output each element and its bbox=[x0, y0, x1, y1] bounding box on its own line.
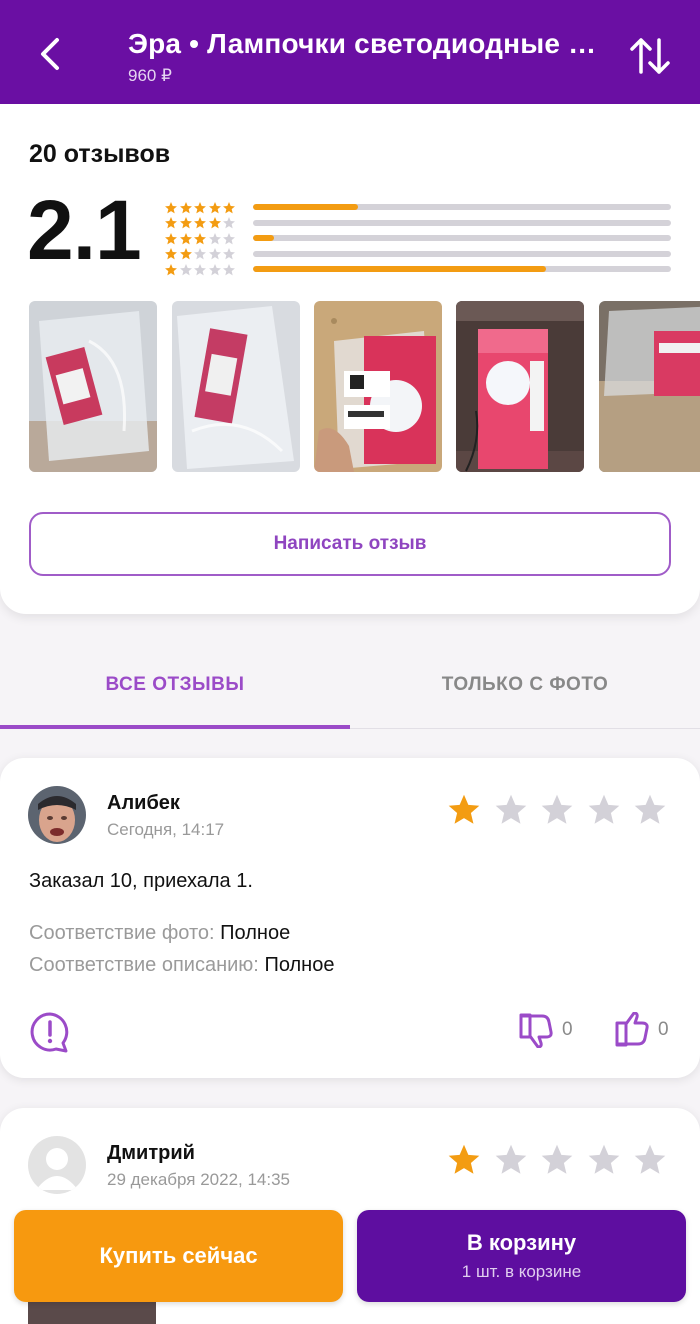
review-photos-strip[interactable] bbox=[29, 301, 700, 473]
thumbs-down-icon bbox=[519, 1013, 553, 1048]
star-empty-icon bbox=[634, 794, 666, 824]
write-review-button[interactable]: Написать отзыв bbox=[29, 512, 671, 576]
star-empty-icon bbox=[208, 232, 221, 245]
rating-bar-3 bbox=[253, 235, 671, 241]
star-empty-icon bbox=[495, 794, 526, 824]
app-header: Эра • Лампочки светодиодные Е27 960 ₽ bbox=[0, 0, 700, 104]
star-empty-icon bbox=[223, 263, 235, 276]
dislike-button[interactable]: 0 bbox=[518, 1012, 573, 1048]
star-filled-icon bbox=[179, 217, 192, 229]
review-text: Заказал 10, приехала 1. bbox=[29, 870, 253, 892]
star-row-5 bbox=[164, 200, 237, 216]
star-filled-icon bbox=[448, 794, 480, 824]
rating-distribution-bars bbox=[253, 204, 671, 282]
star-empty-icon bbox=[179, 263, 192, 276]
dislike-count: 0 bbox=[562, 1019, 573, 1040]
active-tab-indicator bbox=[0, 725, 350, 729]
rating-bar-4 bbox=[253, 219, 671, 226]
rating-bar-fill bbox=[253, 204, 358, 210]
star-empty-icon bbox=[588, 1144, 619, 1174]
rating-summary-card: 20 отзывов 2.1 Написать отзыв bbox=[0, 104, 700, 614]
star-empty-icon bbox=[223, 248, 235, 260]
star-filled-icon bbox=[223, 201, 235, 214]
add-to-cart-button[interactable]: В корзину 1 шт. в корзине bbox=[357, 1210, 686, 1302]
rating-bar-2 bbox=[253, 250, 671, 257]
star-row-1 bbox=[164, 262, 237, 278]
cart-count: 1 шт. в корзине bbox=[461, 1262, 582, 1281]
star-filled-icon bbox=[208, 201, 221, 214]
description-match-attribute: Соответствие описанию: Полное bbox=[29, 954, 334, 977]
star-filled-icon bbox=[448, 1144, 480, 1174]
average-rating: 2.1 bbox=[27, 183, 142, 277]
star-empty-icon bbox=[541, 1144, 573, 1174]
star-empty-icon bbox=[495, 1144, 526, 1174]
star-empty-icon bbox=[194, 248, 206, 260]
review-card: Алибек Сегодня, 14:17 Заказал 10, приеха… bbox=[0, 758, 700, 1078]
review-rating-stars bbox=[446, 1142, 679, 1178]
report-icon[interactable] bbox=[28, 1010, 72, 1054]
star-filled-icon bbox=[165, 217, 177, 229]
tab-photo-only[interactable]: ТОЛЬКО С ФОТО bbox=[350, 640, 700, 730]
product-title: Эра • Лампочки светодиодные Е27 bbox=[128, 28, 608, 59]
review-rating-stars bbox=[446, 792, 679, 828]
star-filled-icon bbox=[194, 201, 206, 214]
rating-bar-fill bbox=[253, 235, 274, 241]
star-filled-icon bbox=[179, 232, 192, 245]
star-filled-icon bbox=[165, 232, 177, 245]
sort-arrows-icon[interactable] bbox=[624, 30, 676, 82]
star-empty-icon bbox=[588, 794, 619, 824]
star-filled-icon bbox=[165, 201, 177, 214]
avatar[interactable] bbox=[28, 1136, 86, 1194]
star-filled-icon bbox=[194, 217, 206, 229]
attribute-label: Соответствие фото: bbox=[29, 922, 215, 944]
star-filled-icon bbox=[165, 248, 177, 260]
tab-all-reviews[interactable]: ВСЕ ОТЗЫВЫ bbox=[0, 640, 350, 730]
star-empty-icon bbox=[223, 217, 235, 229]
star-filled-icon bbox=[179, 201, 192, 214]
star-row-2 bbox=[164, 247, 237, 263]
photo-match-attribute: Соответствие фото: Полное bbox=[29, 922, 290, 945]
like-button[interactable]: 0 bbox=[614, 1012, 669, 1048]
rating-bar-fill bbox=[253, 266, 546, 272]
star-empty-icon bbox=[208, 248, 221, 260]
star-empty-icon bbox=[541, 794, 573, 824]
rating-bar-1 bbox=[253, 266, 671, 272]
product-price: 960 ₽ bbox=[128, 66, 172, 85]
like-count: 0 bbox=[658, 1019, 669, 1040]
back-arrow-icon[interactable] bbox=[24, 28, 76, 80]
star-filled-icon bbox=[208, 217, 221, 229]
star-empty-icon bbox=[208, 263, 221, 276]
review-date: Сегодня, 14:17 bbox=[107, 820, 225, 839]
add-to-cart-label: В корзину bbox=[466, 1230, 577, 1255]
review-photo-2[interactable] bbox=[172, 301, 300, 472]
review-photo-1[interactable] bbox=[29, 301, 157, 472]
star-empty-icon bbox=[194, 263, 206, 276]
star-rating-labels bbox=[164, 200, 237, 278]
review-photo-5[interactable] bbox=[599, 301, 700, 472]
star-empty-icon bbox=[634, 1144, 666, 1174]
reviews-tabs: ВСЕ ОТЗЫВЫ ТОЛЬКО С ФОТО bbox=[0, 640, 700, 730]
star-row-3 bbox=[164, 231, 237, 247]
thumbs-up-icon bbox=[615, 1012, 649, 1047]
star-filled-icon bbox=[165, 263, 177, 276]
attribute-value: Полное bbox=[264, 954, 335, 976]
reviewer-name: Дмитрий bbox=[107, 1142, 195, 1164]
star-filled-icon bbox=[179, 248, 192, 260]
star-row-4 bbox=[164, 216, 237, 232]
reviewer-name: Алибек bbox=[107, 792, 180, 814]
rating-bar-5 bbox=[253, 204, 671, 210]
review-photo-3[interactable] bbox=[314, 301, 442, 472]
star-filled-icon bbox=[194, 232, 206, 245]
attribute-value: Полное bbox=[220, 922, 291, 944]
buy-now-button[interactable]: Купить сейчас bbox=[14, 1210, 343, 1302]
attribute-label: Соответствие описанию: bbox=[29, 954, 259, 976]
review-date: 29 декабря 2022, 14:35 bbox=[107, 1170, 291, 1189]
reviews-count: 20 отзывов bbox=[29, 140, 171, 168]
avatar[interactable] bbox=[28, 786, 86, 844]
review-photo-4[interactable] bbox=[456, 301, 584, 472]
star-empty-icon bbox=[223, 232, 235, 245]
